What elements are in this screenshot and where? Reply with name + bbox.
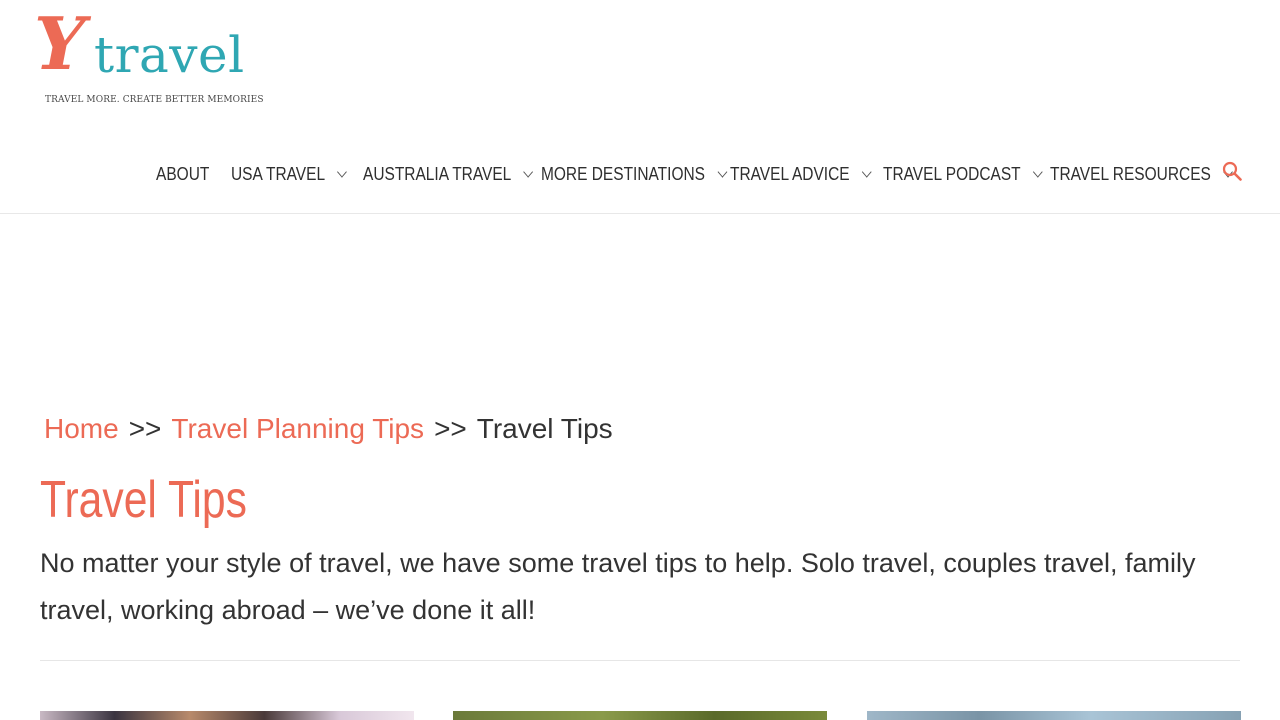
nav-item-label: TRAVEL RESOURCES [1050, 163, 1211, 184]
breadcrumb-current: Travel Tips [476, 413, 613, 444]
logo-letter: Y [34, 1, 86, 86]
nav-item-travel-podcast[interactable]: TRAVEL PODCAST [883, 160, 1043, 188]
chevron-down-icon [523, 165, 534, 178]
nav-item-label: USA TRAVEL [231, 163, 326, 184]
nav-item-travel-resources[interactable]: TRAVEL RESOURCES [1050, 160, 1233, 188]
site-logo[interactable]: Y travel TRAVEL MORE. CREATE BETTER MEMO… [34, 8, 264, 114]
divider [40, 660, 1240, 661]
search-icon[interactable] [1222, 161, 1242, 181]
nav-item-travel-advice[interactable]: TRAVEL ADVICE [730, 160, 872, 188]
nav-item-label: TRAVEL PODCAST [883, 163, 1021, 184]
breadcrumb-separator: >> [434, 413, 467, 444]
post-thumbnail[interactable] [867, 711, 1241, 720]
nav-item-australia-travel[interactable]: AUSTRALIA TRAVEL [363, 160, 534, 188]
nav-item-more-destinations[interactable]: MORE DESTINATIONS [541, 160, 728, 188]
page-intro: No matter your style of travel, we have … [40, 548, 1196, 625]
logo-word: travel [94, 26, 245, 84]
chevron-down-icon [1032, 165, 1043, 178]
main-nav: ABOUT USA TRAVEL AUSTRALIA TRAVEL MORE D… [0, 160, 1280, 188]
chevron-down-icon [861, 165, 872, 178]
nav-item-label: MORE DESTINATIONS [541, 163, 705, 184]
breadcrumb-home-link[interactable]: Home [44, 413, 119, 444]
chevron-down-icon [717, 165, 728, 178]
nav-item-about[interactable]: ABOUT [156, 160, 209, 188]
breadcrumb-parent-link[interactable]: Travel Planning Tips [171, 413, 424, 444]
nav-item-label: TRAVEL ADVICE [730, 163, 850, 184]
logo-tagline: TRAVEL MORE. CREATE BETTER MEMORIES [45, 95, 264, 105]
nav-item-label: ABOUT [156, 163, 210, 184]
breadcrumb: Home >> Travel Planning Tips >> Travel Tips [44, 413, 613, 445]
post-thumbnail[interactable] [40, 711, 414, 720]
site-header: Y travel TRAVEL MORE. CREATE BETTER MEMO… [0, 0, 1280, 214]
nav-item-usa-travel[interactable]: USA TRAVEL [231, 160, 348, 188]
nav-item-label: AUSTRALIA TRAVEL [363, 163, 512, 184]
post-thumbnail[interactable] [453, 711, 827, 720]
breadcrumb-separator: >> [128, 413, 162, 444]
chevron-down-icon [337, 165, 348, 178]
page-title: Travel Tips [40, 471, 247, 529]
